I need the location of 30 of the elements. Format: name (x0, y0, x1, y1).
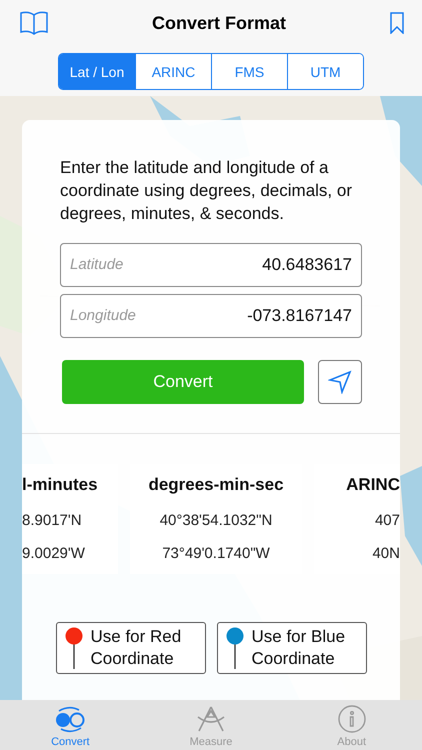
result-heading: ARINC (346, 475, 400, 495)
result-value: 8.9017'N (22, 512, 82, 529)
tab-bar-item[interactable]: Measure (160, 700, 261, 750)
result-value: 73°49'0.1740"W (162, 545, 270, 562)
convert-button[interactable]: Convert (62, 360, 304, 404)
result-heading: degrees-min-sec (148, 475, 284, 495)
use-coordinate-button[interactable]: Use for Red Coordinate (56, 622, 206, 674)
location-arrow-icon (328, 370, 352, 394)
result-value: 407 (374, 512, 400, 529)
instructions-text: Enter the latitude and longitude of a coordinate using degrees, decimals, or degrees, minutes, & seconds. (60, 157, 353, 225)
format-tab[interactable]: Lat / Lon (59, 54, 135, 89)
bookmark-icon[interactable] (390, 12, 404, 34)
compass-icon (194, 705, 227, 733)
book-icon[interactable] (20, 11, 48, 35)
tab-bar-item[interactable]: About (302, 700, 402, 750)
format-tab[interactable]: FMS (211, 54, 287, 89)
location-button[interactable] (318, 360, 362, 404)
info-icon (338, 705, 366, 733)
longitude-placeholder: Longitude (70, 307, 136, 324)
result-heading: l-minutes (22, 475, 98, 495)
convert-icon (53, 705, 88, 733)
result-value: 40°38'54.1032"N (160, 512, 272, 529)
result-value: 40N (372, 545, 400, 562)
latitude-placeholder: Latitude (70, 256, 124, 273)
screen-title: Convert Format (152, 12, 286, 34)
tab-bar-item[interactable]: Convert (20, 700, 120, 750)
result-value: 9.0029'W (22, 545, 85, 562)
format-tab[interactable]: ARINC (135, 54, 211, 89)
use-coordinate-button[interactable]: Use for Blue Coordinate (216, 622, 366, 674)
format-tab[interactable]: UTM (287, 54, 363, 89)
